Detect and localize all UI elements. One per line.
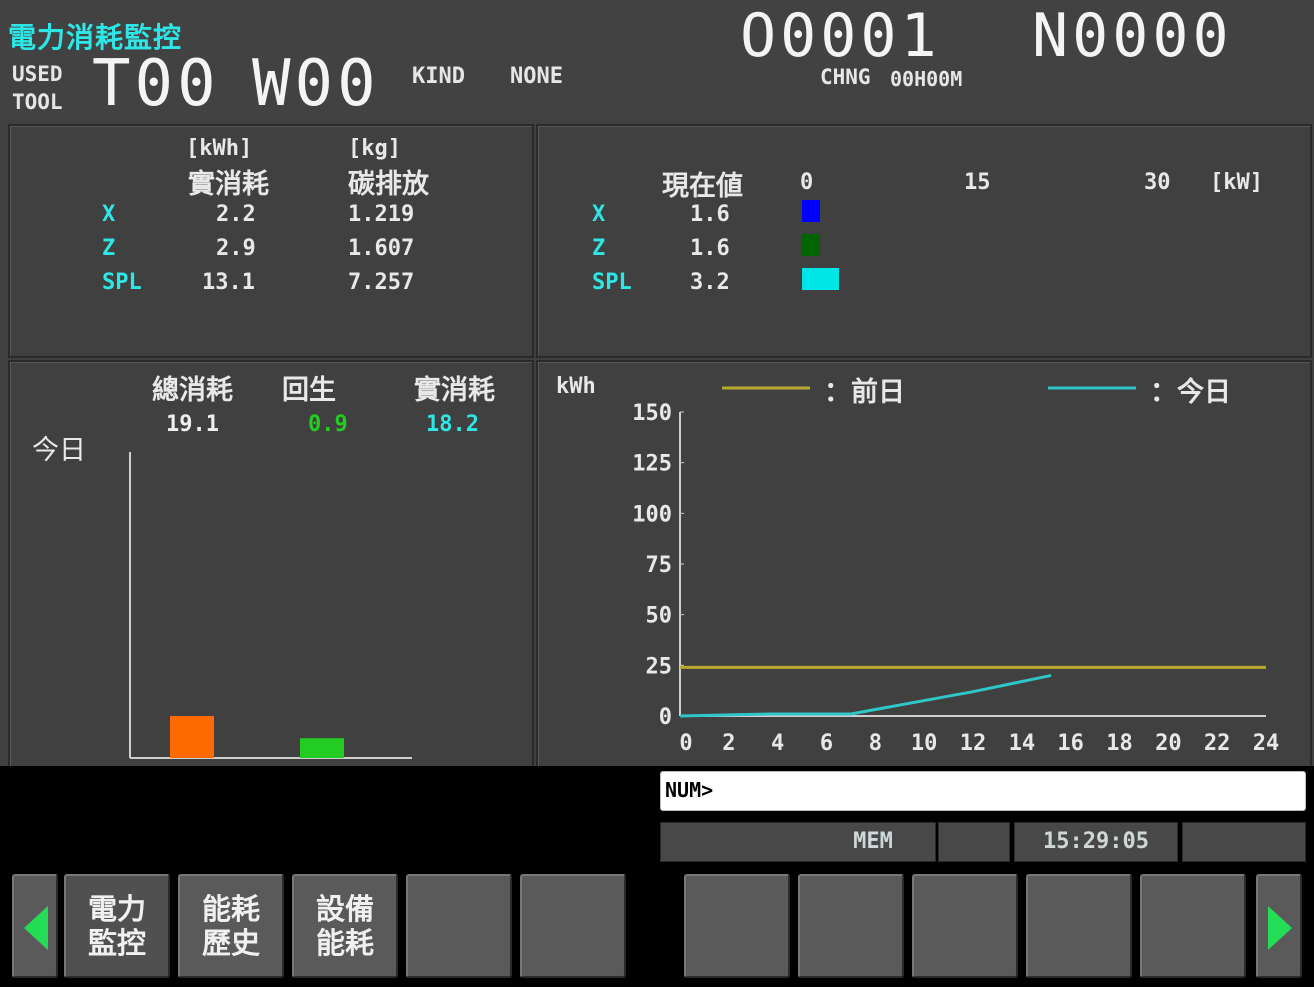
y-tick-label: 50 (646, 604, 673, 629)
today-bar-chart (129, 452, 412, 759)
softkey-blank[interactable] (798, 874, 904, 978)
x-tick-label: 4 (771, 731, 784, 756)
x-tick-label: 22 (1204, 731, 1231, 756)
program-number: O0001 (740, 1, 941, 71)
softkey-label: 能耗 (201, 892, 260, 926)
mode-status: MEM (660, 822, 936, 862)
softkey-blank[interactable] (1026, 874, 1132, 978)
softkey-blank[interactable] (912, 874, 1018, 978)
kind-label: KIND (412, 64, 465, 89)
power-bar-x (802, 200, 821, 222)
unit-kg: [kg] (348, 136, 401, 161)
row-actual-value: 2.2 (216, 202, 256, 227)
softkey-label: 設備 (315, 892, 374, 926)
x-tick-label: 8 (869, 731, 882, 756)
status-blank-1 (938, 822, 1010, 862)
softkey-power-monitor[interactable]: 電力 監控 (64, 874, 170, 978)
wear-number: W00 (252, 47, 380, 121)
used-label: USED (12, 62, 63, 86)
power-bar-spl (802, 268, 839, 290)
mode-text: MEM (853, 829, 893, 854)
x-tick-label: 12 (960, 731, 987, 756)
softkey-label: 能耗 (315, 926, 374, 960)
kind-value: NONE (510, 64, 563, 89)
x-tick-label: 24 (1253, 731, 1280, 756)
x-tick-label: 20 (1155, 731, 1182, 756)
status-blank-2 (1182, 822, 1306, 862)
arrow-left-icon (24, 906, 48, 950)
softkey-blank[interactable] (520, 874, 626, 978)
clock: 15:29:05 (1014, 822, 1178, 862)
energy-line-chart: 15012510075502500 2 4 6 8 10 12 14 16 18 20 22 24 (632, 401, 1280, 756)
x-tick-label: 10 (911, 731, 938, 756)
row-axis-label: Z (102, 236, 116, 261)
current-power-panel: 現在値 0 15 30 [kW] X 1.6 Z 1.6 SPL 3.2 (536, 124, 1312, 358)
row-axis-label: SPL (102, 270, 142, 295)
y-tick-label: 100 (632, 502, 672, 527)
softkey-label: 監控 (87, 926, 146, 960)
y-tick-label: 125 (632, 452, 672, 477)
row-current-value: 3.2 (690, 270, 730, 295)
chng-label: CHNG (820, 65, 871, 89)
consumption-panel: [kWh] [kg] 實消耗 碳排放 X 2.2 1.219 Z 2.9 1.6… (8, 124, 534, 358)
softkey-energy-history[interactable]: 能耗 歷史 (178, 874, 284, 978)
softkey-blank[interactable] (684, 874, 790, 978)
total-consumption-bar (170, 715, 214, 758)
row-current-value: 1.6 (690, 202, 730, 227)
y-tick-label: 25 (646, 654, 673, 679)
y-tick-label: 0 (659, 705, 672, 730)
x-tick-label: 0 (679, 731, 692, 756)
row-axis-label: X (592, 202, 606, 227)
y-tick-label: 150 (632, 401, 672, 426)
y-tick-label: 75 (646, 553, 673, 578)
power-bar-z (802, 234, 821, 256)
softkey-blank[interactable] (406, 874, 512, 978)
x-tick-label: 18 (1106, 731, 1133, 756)
softkey-blank[interactable] (1140, 874, 1246, 978)
series-line-today (679, 673, 1052, 718)
col-current-value: 現在値 (662, 171, 743, 202)
softkey-equipment-energy[interactable]: 設備 能耗 (292, 874, 398, 978)
x-tick-label: 2 (722, 731, 735, 756)
softkey-next-button[interactable] (1256, 874, 1302, 978)
col-carbon-emission: 碳排放 (348, 169, 429, 200)
arrow-right-icon (1268, 906, 1292, 950)
row-carbon-value: 1.607 (348, 236, 415, 261)
softkey-prev-button[interactable] (12, 874, 58, 978)
x-tick-label: 16 (1057, 731, 1084, 756)
sequence-number: N0000 (1032, 1, 1233, 71)
row-actual-value: 2.9 (216, 236, 256, 261)
scale-0: 0 (800, 170, 814, 195)
row-axis-label: Z (592, 236, 606, 261)
row-current-value: 1.6 (690, 236, 730, 261)
row-carbon-value: 7.257 (348, 270, 415, 295)
x-tick-label: 6 (820, 731, 833, 756)
softkey-label: 電力 (87, 892, 146, 926)
softkey-label: 歷史 (201, 926, 260, 960)
scale-15: 15 (964, 170, 991, 195)
row-actual-value: 13.1 (202, 270, 255, 295)
row-axis-label: SPL (592, 270, 632, 295)
tool-label: TOOL (12, 90, 63, 114)
chng-value: 00H00M (890, 67, 963, 91)
scale-unit: [kW] (1210, 170, 1263, 195)
x-tick-label: 14 (1009, 731, 1036, 756)
row-carbon-value: 1.219 (348, 202, 415, 227)
today-summary-panel: 總消耗 回生 實消耗 19.1 0.9 18.2 今日 (8, 360, 534, 768)
col-actual-consumption: 實消耗 (188, 169, 269, 200)
num-input-field[interactable]: NUM> (660, 771, 1306, 811)
row-axis-label: X (102, 202, 116, 227)
tool-number: T00 (92, 47, 220, 121)
unit-kwh: [kWh] (186, 136, 253, 161)
scale-30: 30 (1144, 170, 1171, 195)
regeneration-bar (300, 738, 344, 758)
daily-graph-panel: kWh ：前日 ：今日 150 125 100 75 50 25 0 0 2 4 6 8 10 12 14 1… (536, 360, 1312, 768)
header: 電力消耗監控 USED TOOL T00 W00 KIND NONE O0001… (0, 0, 1314, 120)
